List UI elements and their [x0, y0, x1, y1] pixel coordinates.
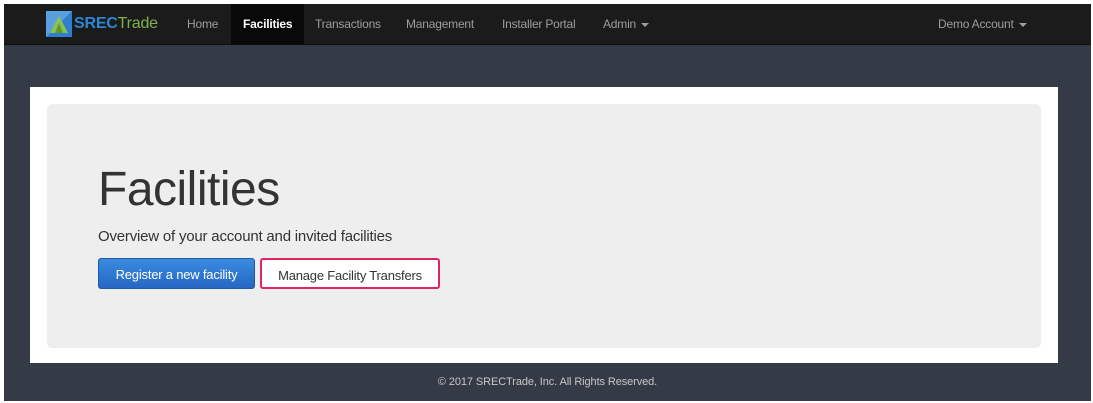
- nav-admin-label: Admin: [603, 17, 637, 31]
- nav-transactions[interactable]: Transactions: [303, 4, 393, 44]
- nav-management[interactable]: Management: [394, 4, 486, 44]
- app-frame: SRECTrade Home Facilities Transactions M…: [4, 4, 1091, 401]
- manage-facility-transfers-button[interactable]: Manage Facility Transfers: [260, 258, 440, 289]
- srectrade-logo-icon: [46, 11, 72, 37]
- brand-logo[interactable]: SRECTrade: [46, 10, 158, 38]
- account-dropdown[interactable]: Demo Account: [926, 4, 1039, 44]
- register-facility-button[interactable]: Register a new facility: [98, 258, 255, 289]
- nav-installer-portal[interactable]: Installer Portal: [490, 4, 588, 44]
- brand-name: SRECTrade: [74, 15, 158, 32]
- nav-facilities[interactable]: Facilities: [231, 4, 305, 44]
- page-subtitle: Overview of your account and invited fac…: [98, 228, 393, 245]
- chevron-down-icon: [641, 22, 650, 27]
- top-navbar: SRECTrade Home Facilities Transactions M…: [4, 4, 1091, 45]
- nav-home[interactable]: Home: [175, 4, 230, 44]
- footer-copyright: © 2017 SRECTrade, Inc. All Rights Reserv…: [437, 376, 658, 388]
- account-name: Demo Account: [938, 17, 1014, 31]
- page-title: Facilities: [98, 163, 280, 216]
- chevron-down-icon: [1018, 22, 1027, 27]
- jumbotron: Facilities Overview of your account and …: [47, 104, 1041, 348]
- nav-admin-dropdown[interactable]: Admin: [591, 4, 661, 44]
- content-card: Facilities Overview of your account and …: [30, 87, 1058, 363]
